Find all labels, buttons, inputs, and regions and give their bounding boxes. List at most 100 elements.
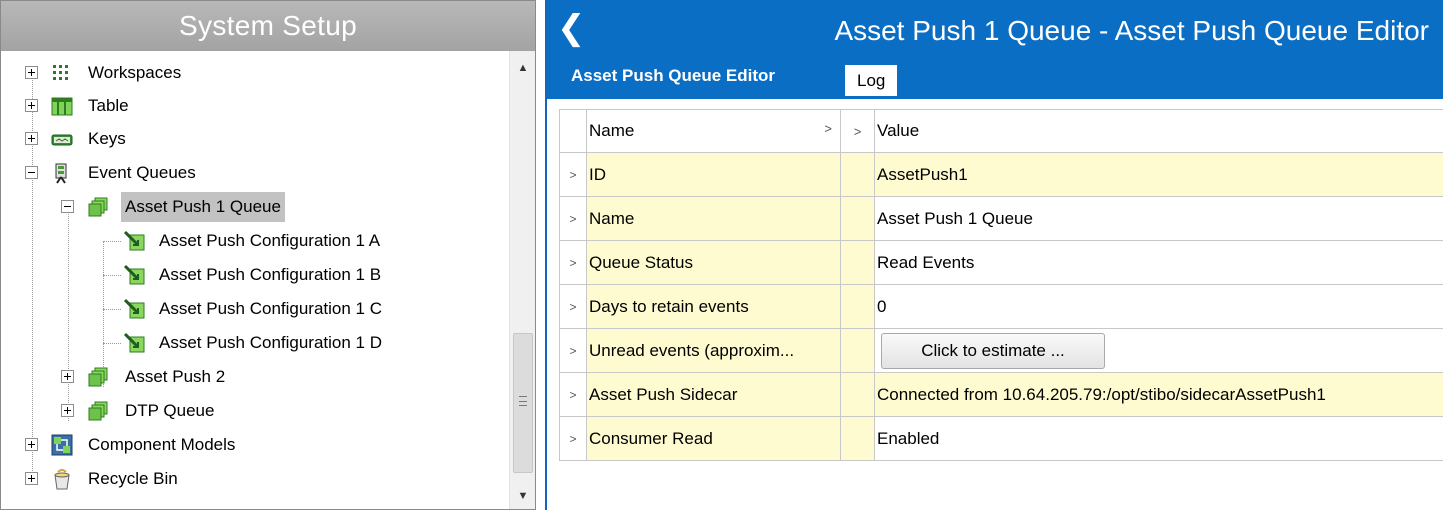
collapse-toggle[interactable] xyxy=(25,166,38,179)
property-value[interactable]: 0 xyxy=(874,284,1443,329)
property-value[interactable]: Asset Push 1 Queue xyxy=(874,196,1443,241)
collapse-toggle[interactable] xyxy=(61,200,74,213)
table-row[interactable]: > Days to retain events 0 xyxy=(559,284,1443,329)
table-row[interactable]: > Name Asset Push 1 Queue xyxy=(559,196,1443,241)
tree-item-label: Asset Push Configuration 1 B xyxy=(159,265,382,284)
click-to-estimate-button[interactable]: Click to estimate ... xyxy=(881,332,1105,369)
tree-item-label: Table xyxy=(88,96,129,115)
scroll-thumb[interactable] xyxy=(513,333,533,473)
recycle-bin-icon xyxy=(54,469,70,490)
queue-editor-panel: ❮ Asset Push 1 Queue - Asset Push Queue … xyxy=(545,0,1443,510)
event-queues-icon xyxy=(55,163,67,184)
property-value[interactable]: Enabled xyxy=(874,416,1443,461)
keys-icon xyxy=(51,134,73,146)
tab-log[interactable]: Log xyxy=(844,64,899,96)
setup-tree: Workspaces Table Keys Event Queues Asset… xyxy=(1,51,509,509)
table-row[interactable]: > Asset Push Sidecar Connected from 10.6… xyxy=(559,372,1443,417)
tree-item-label: Keys xyxy=(88,129,126,148)
queue-icon xyxy=(88,197,108,217)
expand-toggle[interactable] xyxy=(25,472,38,485)
tree-item-label: Recycle Bin xyxy=(88,469,178,488)
tree-item-recycle-bin[interactable]: Recycle Bin xyxy=(1,464,501,494)
tree-item-label: Asset Push Configuration 1 C xyxy=(159,299,383,318)
expand-toggle[interactable] xyxy=(25,66,38,79)
tree-item-configuration-1d[interactable]: Asset Push Configuration 1 D xyxy=(1,328,501,358)
tree-item-label: Asset Push 2 xyxy=(125,367,226,386)
tree-connector xyxy=(103,275,121,276)
scroll-down-icon[interactable]: ▼ xyxy=(510,485,536,507)
row-spacer xyxy=(840,328,875,373)
tree-item-label: Asset Push Configuration 1 A xyxy=(159,231,381,250)
tree-item-configuration-1b[interactable]: Asset Push Configuration 1 B xyxy=(1,260,501,290)
scroll-grip-icon xyxy=(519,396,527,406)
tree-item-label: DTP Queue xyxy=(125,401,215,420)
chevron-right-icon[interactable]: > xyxy=(559,328,587,373)
row-spacer xyxy=(840,152,875,197)
chevron-right-icon[interactable]: > xyxy=(559,196,587,241)
header-value-label[interactable]: Value xyxy=(874,109,1443,153)
tree-item-asset-push-2[interactable]: Asset Push 2 xyxy=(1,362,501,392)
configuration-icon xyxy=(123,298,145,319)
row-spacer xyxy=(840,416,875,461)
tree-item-keys[interactable]: Keys xyxy=(1,124,501,154)
chevron-right-icon[interactable]: > xyxy=(559,416,587,461)
property-value[interactable]: Read Events xyxy=(874,240,1443,285)
configuration-icon xyxy=(123,264,145,285)
row-spacer xyxy=(840,372,875,417)
header-name-label: Name xyxy=(589,121,635,140)
table-icon xyxy=(51,97,73,116)
property-value[interactable]: Connected from 10.64.205.79:/opt/stibo/s… xyxy=(874,372,1443,417)
row-spacer xyxy=(840,196,875,241)
tree-item-configuration-1c[interactable]: Asset Push Configuration 1 C xyxy=(1,294,501,324)
header-name-cell[interactable]: Name > xyxy=(586,109,841,153)
expand-toggle[interactable] xyxy=(61,370,74,383)
queue-icon xyxy=(88,367,108,387)
property-name: Queue Status xyxy=(586,240,841,285)
chevron-right-icon[interactable]: > xyxy=(559,152,587,197)
expand-toggle[interactable] xyxy=(61,404,74,417)
configuration-icon xyxy=(123,332,145,353)
scroll-up-icon[interactable]: ▲ xyxy=(510,57,536,79)
tree-item-event-queues[interactable]: Event Queues xyxy=(1,158,501,188)
tree-item-workspaces[interactable]: Workspaces xyxy=(1,58,501,88)
tree-connector xyxy=(103,241,121,242)
property-value[interactable]: AssetPush1 xyxy=(874,152,1443,197)
table-row[interactable]: > Consumer Read Enabled xyxy=(559,416,1443,461)
property-name: Consumer Read xyxy=(586,416,841,461)
chevron-left-icon[interactable]: ❮ xyxy=(557,10,586,46)
expand-toggle[interactable] xyxy=(25,438,38,451)
chevron-right-icon: > xyxy=(824,121,832,136)
tree-item-label: Event Queues xyxy=(88,163,196,182)
tree-connector xyxy=(103,309,121,310)
tree-item-dtp-queue[interactable]: DTP Queue xyxy=(1,396,501,426)
property-value-cell: Click to estimate ... xyxy=(874,328,1443,373)
tree-connector xyxy=(103,343,121,344)
editor-title: Asset Push 1 Queue - Asset Push Queue Ed… xyxy=(834,15,1429,46)
panel-title: System Setup xyxy=(1,1,535,51)
chevron-right-icon[interactable]: > xyxy=(559,284,587,329)
property-name: ID xyxy=(586,152,841,197)
header-gutter xyxy=(559,109,587,153)
table-row[interactable]: > Unread events (approxim... Click to es… xyxy=(559,328,1443,373)
tab-asset-push-queue-editor[interactable]: Asset Push Queue Editor xyxy=(559,60,788,96)
tree-scrollbar[interactable]: ▲ ▼ xyxy=(509,51,535,509)
expand-toggle[interactable] xyxy=(25,99,38,112)
property-name: Days to retain events xyxy=(586,284,841,329)
chevron-right-icon[interactable]: > xyxy=(559,240,587,285)
editor-tabs: Asset Push Queue Editor Log xyxy=(547,58,1443,96)
table-row[interactable]: > Queue Status Read Events xyxy=(559,240,1443,285)
chevron-right-icon: > xyxy=(840,109,875,153)
tree-item-label: Asset Push 1 Queue xyxy=(121,192,285,222)
tree-item-label: Component Models xyxy=(88,435,236,454)
tree-item-table[interactable]: Table xyxy=(1,91,501,121)
property-name: Unread events (approxim... xyxy=(586,328,841,373)
property-name: Name xyxy=(586,196,841,241)
table-row[interactable]: > ID AssetPush1 xyxy=(559,152,1443,197)
expand-toggle[interactable] xyxy=(25,132,38,145)
tree-item-configuration-1a[interactable]: Asset Push Configuration 1 A xyxy=(1,226,501,256)
editor-header: ❮ Asset Push 1 Queue - Asset Push Queue … xyxy=(547,0,1443,58)
chevron-right-icon[interactable]: > xyxy=(559,372,587,417)
row-spacer xyxy=(840,284,875,329)
tree-item-asset-push-1-queue[interactable]: Asset Push 1 Queue xyxy=(1,192,501,222)
tree-item-component-models[interactable]: Component Models xyxy=(1,430,501,460)
